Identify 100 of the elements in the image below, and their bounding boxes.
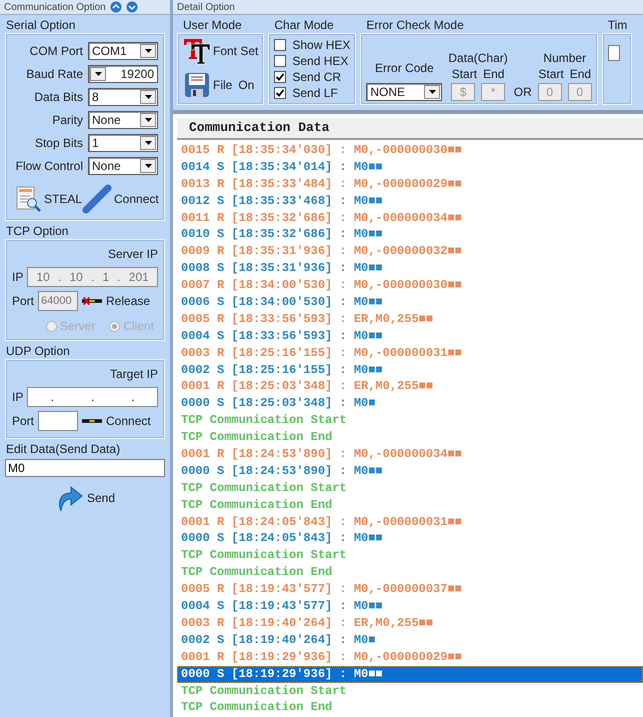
field-label: Port	[12, 294, 34, 308]
checkbox[interactable]	[274, 39, 286, 51]
log-line[interactable]: 0014 S [18:35:34'014] : M0■■	[177, 158, 643, 176]
field-label: IP	[12, 270, 24, 284]
checkbox[interactable]	[274, 55, 286, 67]
radio-label: Server	[60, 319, 96, 333]
caret-icon	[428, 90, 436, 94]
field-label: Flow Control	[16, 158, 83, 172]
icon-button[interactable]: Connect	[82, 184, 159, 214]
cable-icon	[82, 184, 112, 214]
or-label: OR	[514, 85, 532, 101]
group-title: Char Mode	[273, 17, 335, 33]
log-line[interactable]: 0015 R [18:35:34'030] : M0,-000000030■■	[177, 142, 643, 159]
dropdown[interactable]: 19200	[88, 64, 158, 82]
caret-icon	[94, 72, 102, 76]
log-line[interactable]: TCP Communication Start	[177, 547, 643, 564]
log-line[interactable]: 0001 R [18:19:29'936] : M0,-000000029■■	[177, 648, 643, 666]
log-line[interactable]: 0009 R [18:35:31'936] : M0,-000000032■■	[177, 243, 643, 260]
group-title: User Mode	[182, 17, 243, 33]
field-label: Data Bits	[34, 90, 83, 104]
field-label: Edit Data(Send Data)	[5, 441, 122, 457]
log-line[interactable]: 0005 R [18:33:56'593] : ER,M0,255■■	[177, 310, 643, 328]
input-field[interactable]: $	[451, 83, 476, 101]
log-line[interactable]: 0013 R [18:35:33'484] : M0,-000000029■■	[177, 176, 643, 193]
link-button[interactable]: Connect	[106, 414, 151, 428]
checkbox-label: Show HEX	[292, 38, 350, 52]
log-line[interactable]: 0002 S [18:19:40'264] : M0■	[177, 632, 643, 649]
group-title: Serial Option	[5, 17, 76, 33]
log-line[interactable]: TCP Communication End	[177, 564, 643, 582]
dropdown[interactable]: None	[88, 110, 158, 128]
field-label: Number	[543, 51, 586, 65]
field-label: End	[483, 67, 504, 81]
input-field[interactable]: 0	[538, 83, 562, 101]
field-caption: Server IP	[106, 246, 158, 263]
field-label: Error Code	[375, 61, 434, 75]
panel-title: Communication Option	[4, 2, 106, 12]
log-line[interactable]: TCP Communication Start	[177, 682, 643, 700]
radio-label: Client	[123, 319, 154, 333]
log-line[interactable]: 0008 S [18:35:31'936] : M0■■	[177, 260, 643, 278]
expand-icon[interactable]	[126, 1, 138, 13]
checkbox[interactable]	[274, 87, 286, 99]
log-line[interactable]: 0003 R [18:25:16'155] : M0,-000000031■■	[177, 344, 643, 362]
send-button[interactable]: Send	[54, 483, 116, 513]
input-field[interactable]: 0	[568, 83, 592, 101]
log-line[interactable]: 0005 R [18:19:43'577] : M0,-000000037■■	[177, 581, 643, 598]
dropdown[interactable]: 8	[88, 88, 158, 106]
log-line[interactable]: 0000 S [18:24:05'843] : M0■■	[177, 530, 643, 548]
icon-button[interactable]: STEAL	[12, 184, 82, 214]
field-label: Baud Rate	[26, 66, 83, 80]
port-field[interactable]	[38, 411, 78, 431]
log-line[interactable]: 0007 R [18:34:00'530] : M0,-000000030■■	[177, 277, 643, 294]
field-label: Start	[538, 67, 564, 81]
log-line[interactable]: 0011 R [18:35:32'686] : M0,-000000034■■	[177, 210, 643, 226]
log-line[interactable]: TCP Communication Start	[177, 480, 643, 497]
field-caption: Target IP	[108, 366, 158, 383]
log-line[interactable]: 0000 S [18:24:53'890] : M0■■	[177, 462, 643, 480]
log-line[interactable]: 0012 S [18:35:33'468] : M0■■	[177, 192, 643, 210]
dropdown[interactable]: NONE	[366, 83, 442, 101]
group-title: Tim	[606, 17, 628, 33]
log-line[interactable]: TCP Communication End	[177, 496, 643, 514]
caret-icon	[144, 140, 152, 144]
dropdown[interactable]: COM1	[88, 42, 158, 60]
caret-icon	[144, 48, 152, 52]
input-field[interactable]	[608, 45, 620, 61]
checkbox[interactable]	[274, 71, 286, 83]
icon-button[interactable]: Font Set	[183, 37, 258, 65]
group-title: UDP Option	[5, 343, 71, 359]
log-line[interactable]: 0004 S [18:19:43'577] : M0■■	[177, 598, 643, 615]
log-line[interactable]: TCP Communication End	[177, 699, 643, 716]
log-line[interactable]: 0000 S [18:25:03'348] : M0■	[177, 395, 643, 412]
input-field[interactable]: *	[481, 83, 506, 101]
panel-title: Detail Option	[177, 2, 235, 12]
caret-icon	[144, 118, 152, 122]
log-line[interactable]: 0001 R [18:24:53'890] : M0,-000000034■■	[177, 446, 643, 463]
checkbox-label: Send HEX	[292, 54, 348, 68]
send-data-field[interactable]: M0	[5, 459, 165, 477]
log-line[interactable]: 0006 S [18:34:00'530] : M0■■	[177, 294, 643, 311]
log-line[interactable]: 0003 R [18:19:40'264] : ER,M0,255■■	[177, 614, 643, 632]
field-label: Start	[452, 67, 478, 81]
log-line[interactable]: TCP Communication End	[177, 429, 643, 446]
log-line[interactable]: 0001 R [18:25:03'348] : ER,M0,255■■	[177, 378, 643, 396]
ip-address-field[interactable]: . . .	[27, 387, 158, 407]
checkbox-label: Send LF	[292, 86, 338, 100]
log-line[interactable]: 0004 S [18:33:56'593] : M0■■	[177, 328, 643, 345]
icon-button[interactable]: File	[183, 71, 232, 99]
log-line[interactable]: 0002 S [18:25:16'155] : M0■■	[177, 362, 643, 378]
log-line[interactable]: TCP Communication Start	[177, 412, 643, 430]
group-title: Error Check Mode	[365, 17, 465, 33]
log-line[interactable]: 0010 S [18:35:32'686] : M0■■	[177, 226, 643, 244]
dropdown[interactable]: None	[88, 156, 158, 174]
field-label: Parity	[52, 112, 83, 126]
collapse-icon[interactable]	[110, 1, 122, 13]
list-header: Communication Data	[177, 118, 643, 140]
caret-icon	[144, 94, 152, 98]
field-label: Port	[12, 414, 34, 428]
caret-icon	[144, 164, 152, 168]
log-line[interactable]: 0001 R [18:24:05'843] : M0,-000000031■■	[177, 514, 643, 530]
checkbox-label: Send CR	[292, 70, 342, 84]
dropdown[interactable]: 1	[88, 134, 158, 152]
field-label: COM Port	[30, 44, 83, 58]
